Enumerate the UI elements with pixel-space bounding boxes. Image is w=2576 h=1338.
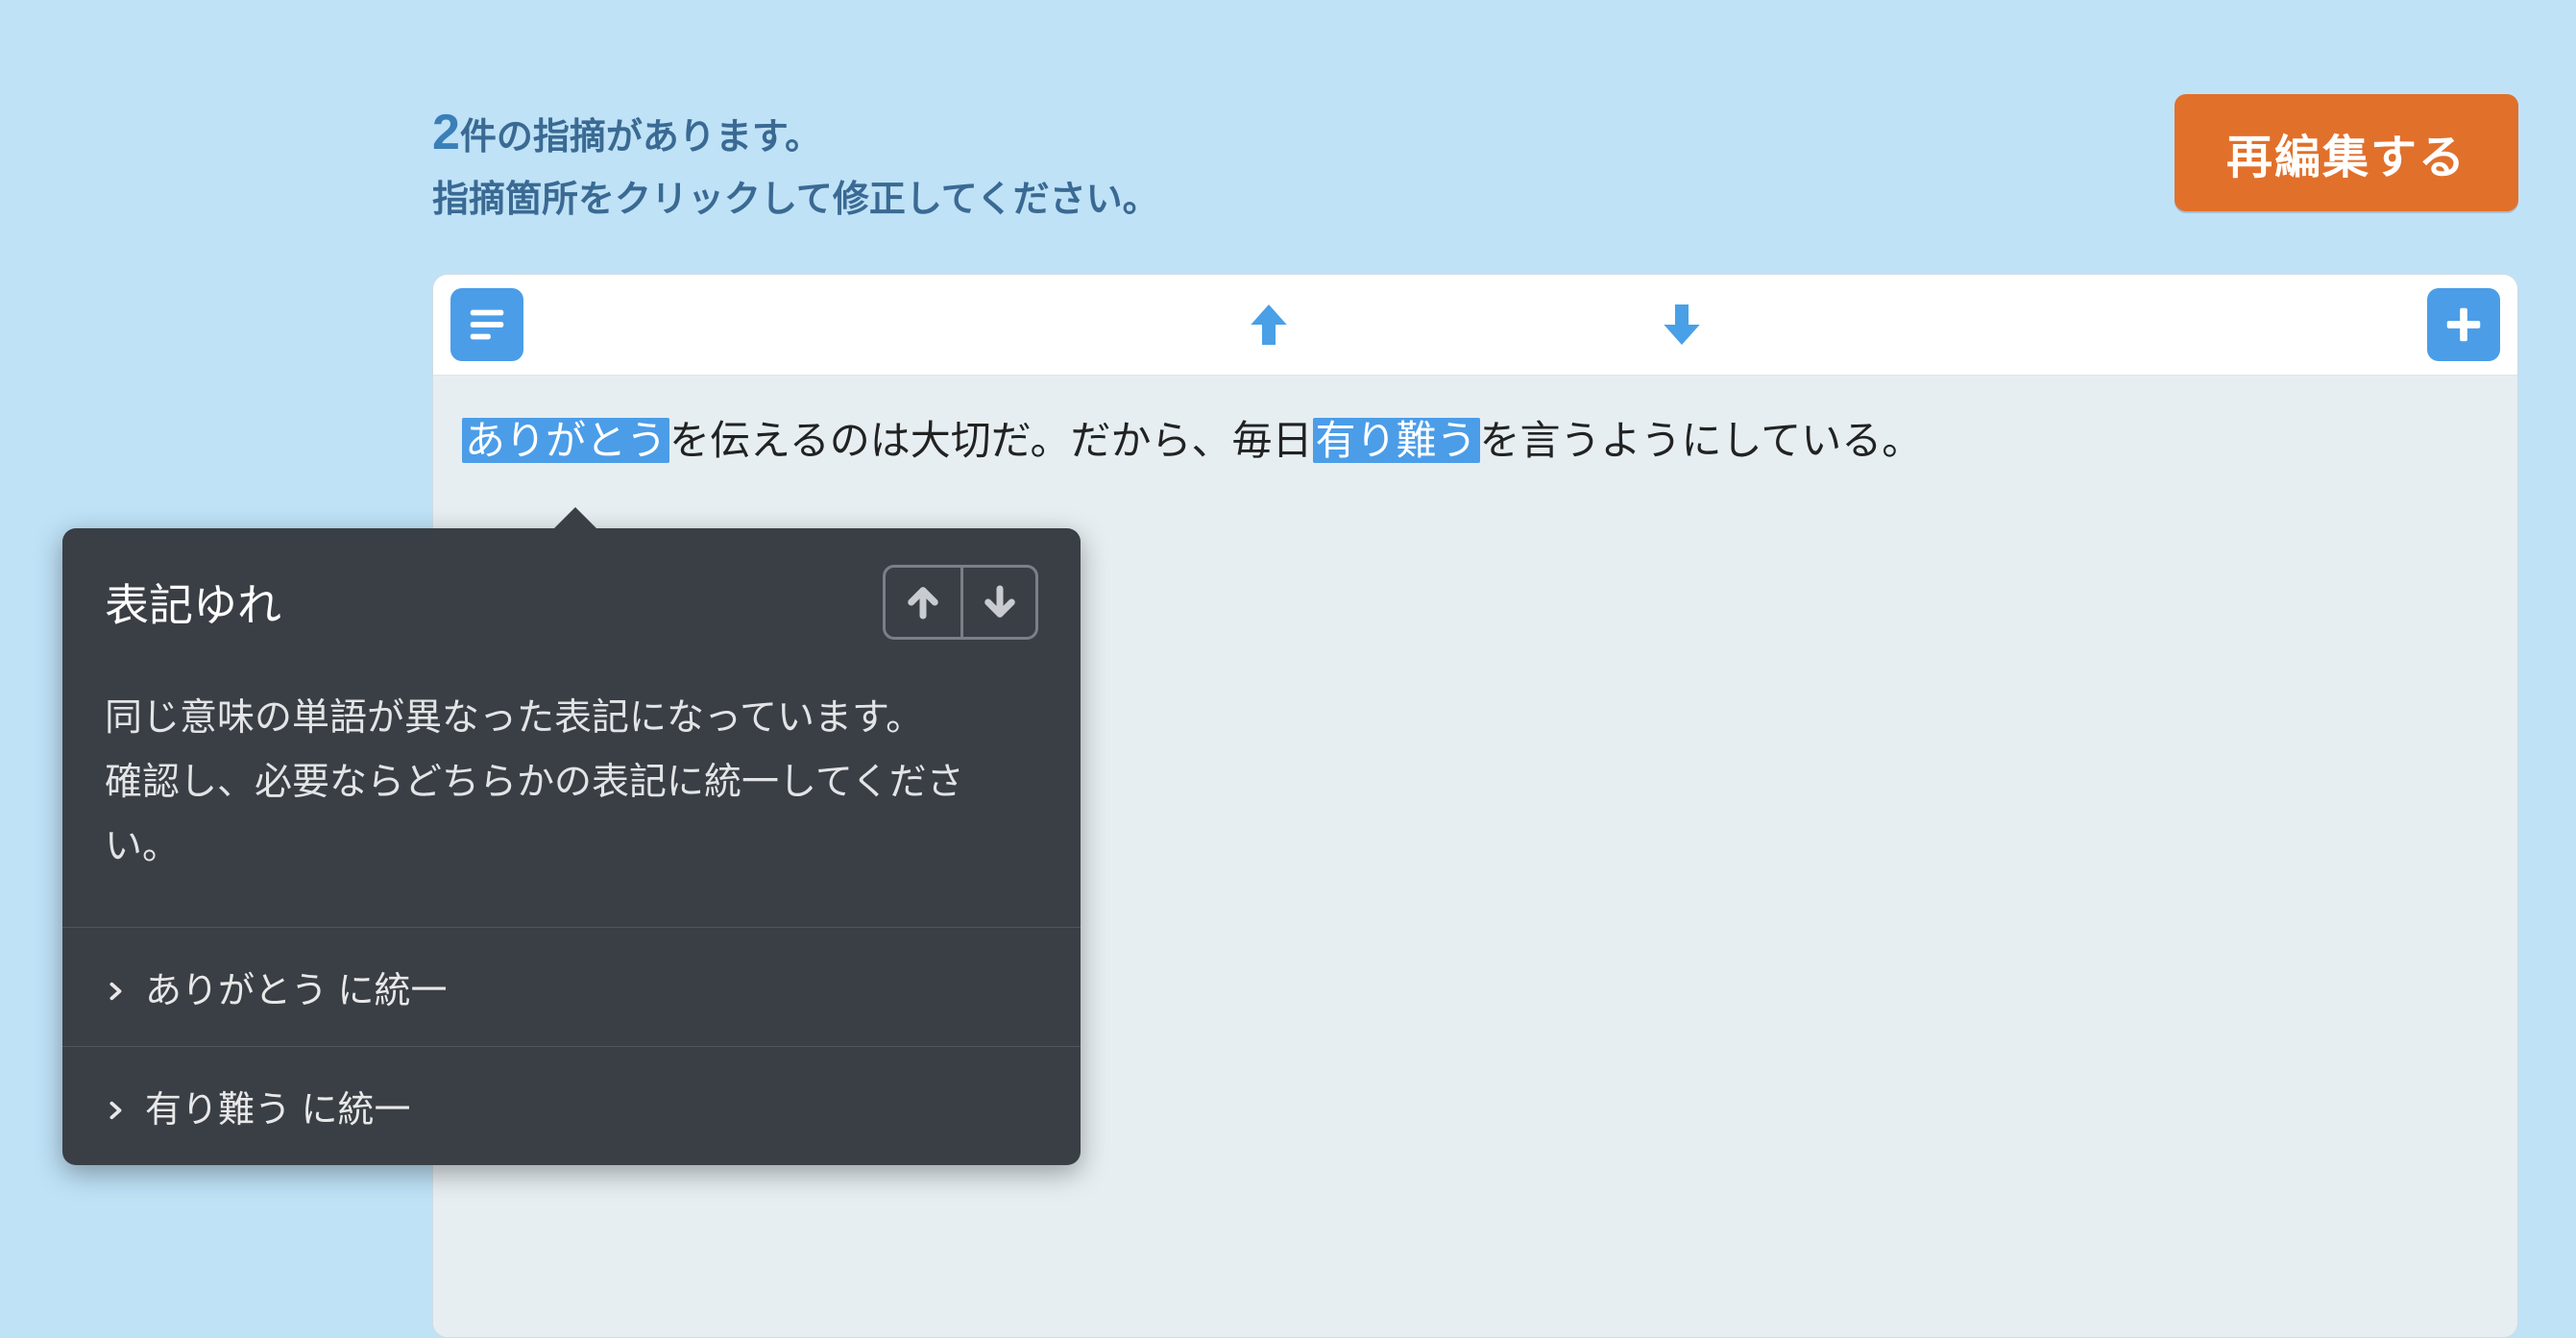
chevron-right-icon — [105, 1096, 126, 1117]
document-icon-button[interactable] — [450, 288, 523, 361]
action-unify-option-2[interactable]: 有り難う に統一 — [62, 1046, 1081, 1165]
issue-count-suffix: 件の指摘があります。 — [460, 117, 821, 158]
tooltip-next-button[interactable] — [960, 568, 1035, 637]
tooltip-description: 同じ意味の単語が異なった表記になっています。確認し、必要ならどちらかの表記に統一… — [62, 653, 1081, 927]
arrow-up-icon — [903, 582, 943, 622]
add-button[interactable] — [2427, 288, 2500, 361]
highlight-2[interactable]: 有り難う — [1313, 418, 1480, 463]
arrow-down-icon — [1655, 298, 1709, 352]
text-segment-1: を伝えるのは大切だ。だから、毎日 — [669, 418, 1312, 463]
tooltip-title: 表記ゆれ — [105, 571, 281, 634]
prev-issue-button[interactable] — [1235, 291, 1302, 358]
plus-icon — [2442, 303, 2486, 347]
tooltip-actions: ありがとう に統一 有り難う に統一 — [62, 927, 1081, 1165]
arrow-down-icon — [980, 582, 1020, 622]
tooltip-nav-group — [883, 565, 1038, 640]
next-issue-button[interactable] — [1648, 291, 1715, 358]
chevron-right-icon — [105, 977, 126, 998]
action-label: 有り難う に統一 — [145, 1080, 411, 1132]
reedit-button[interactable]: 再編集する — [2175, 94, 2518, 211]
hint-text: 2件の指摘があります。 指摘箇所をクリックして修正してください。 — [432, 94, 1159, 228]
highlight-1[interactable]: ありがとう — [462, 418, 669, 463]
issue-count: 2 — [432, 105, 460, 160]
action-label: ありがとう に統一 — [145, 961, 448, 1013]
instruction-text: 指摘箇所をクリックして修正してください。 — [432, 180, 1159, 220]
tooltip-prev-button[interactable] — [886, 568, 960, 637]
suggestion-tooltip: 表記ゆれ 同じ意味の単語が異なった表記になっています。確認し、必要ならどちらかの… — [62, 528, 1081, 1165]
editor-toolbar — [433, 275, 2517, 376]
action-unify-option-1[interactable]: ありがとう に統一 — [62, 928, 1081, 1046]
document-icon — [465, 303, 509, 347]
arrow-up-icon — [1242, 298, 1296, 352]
text-segment-2: を言うようにしている。 — [1480, 418, 1923, 463]
